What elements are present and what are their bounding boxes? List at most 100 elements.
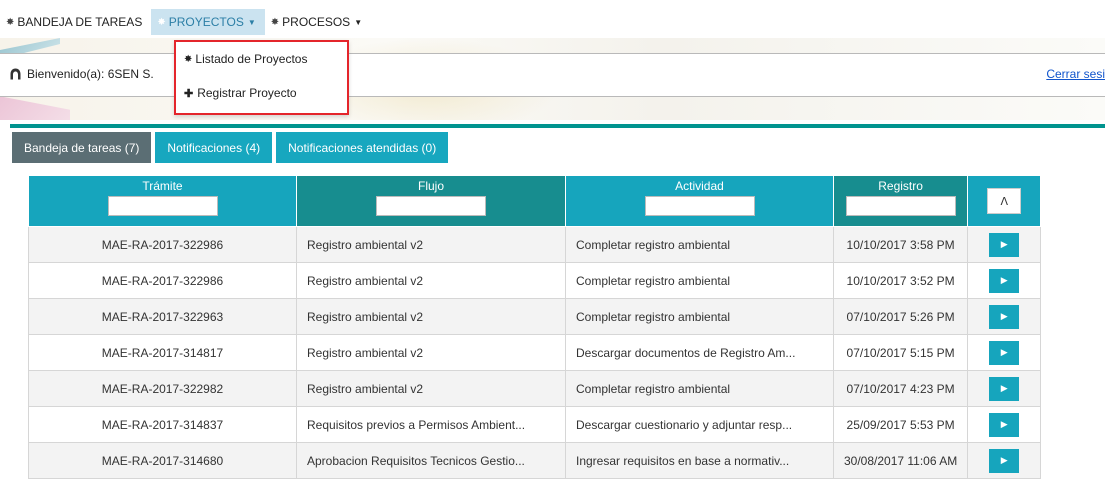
nav-label: BANDEJA DE TAREAS: [17, 15, 143, 29]
refresh-button[interactable]: ⴷ: [987, 188, 1022, 214]
table-row: MAE-RA-2017-322963 Registro ambiental v2 C…: [28, 298, 1042, 335]
cell-actividad: Completar registro ambiental: [565, 298, 834, 335]
table-body: MAE-RA-2017-322986 Registro ambiental v2 C…: [28, 226, 1042, 479]
cell-actividad: Descargar documentos de Registro Am...: [565, 334, 834, 371]
filter-input-flujo[interactable]: [376, 196, 486, 216]
cell-flujo: Registro ambiental v2: [296, 298, 566, 335]
column-header-flujo: Flujo: [296, 175, 566, 227]
cell-registro: 10/10/2017 3:52 PM: [832, 262, 969, 299]
cell-actividad: Ingresar requisitos en base a normativ..…: [565, 442, 834, 479]
cell-tramite: MAE-RA-2017-314680: [28, 442, 297, 479]
cell-action: ▶: [967, 406, 1042, 443]
cell-actividad: Descargar cuestionario y adjuntar resp..…: [565, 406, 834, 443]
table-row: MAE-RA-2017-322986 Registro ambiental v2 C…: [28, 262, 1042, 299]
play-icon: ▶: [1000, 419, 1008, 429]
table-row: MAE-RA-2017-314817 Registro ambiental v2 D…: [28, 334, 1042, 371]
cell-actividad: Completar registro ambiental: [565, 262, 834, 299]
filter-input-actividad[interactable]: [644, 196, 755, 216]
filter-input-registro[interactable]: [845, 196, 956, 216]
menu-item-registrar-proyecto[interactable]: ✚ Registrar Proyecto: [184, 86, 297, 100]
play-icon: ▶: [1000, 455, 1008, 465]
table-row: MAE-RA-2017-314680 Aprobacion Requisitos …: [28, 442, 1042, 479]
cell-actividad: Completar registro ambiental: [565, 370, 834, 407]
nav-procesos[interactable]: ✸ PROCESOS ▼: [265, 9, 371, 35]
cell-action: ▶: [967, 262, 1042, 299]
cell-flujo: Registro ambiental v2: [296, 262, 566, 299]
cell-registro: 07/10/2017 4:23 PM: [832, 370, 969, 407]
play-icon: ▶: [1000, 383, 1008, 393]
cell-flujo: Registro ambiental v2: [296, 226, 566, 263]
menu-item-label: Listado de Proyectos: [195, 52, 308, 66]
nav-label: PROYECTOS: [168, 15, 244, 29]
column-label: Actividad: [675, 179, 724, 193]
cell-registro: 25/09/2017 5:53 PM: [832, 406, 969, 443]
gear-icon: ✸: [6, 16, 15, 28]
tab-notificaciones-atendidas[interactable]: Notificaciones atendidas (0): [276, 132, 449, 163]
table-row: MAE-RA-2017-322982 Registro ambiental v2 C…: [28, 370, 1042, 407]
column-header-tramite: Trámite: [28, 175, 297, 227]
cell-tramite: MAE-RA-2017-322986: [28, 226, 297, 263]
header-banner: Bienvenido(a): 6SEN S. Cerrar sesi: [0, 38, 1105, 120]
cell-action: ▶: [967, 334, 1042, 371]
tab-bandeja-de-tareas[interactable]: Bandeja de tareas (7): [12, 132, 152, 163]
cell-action: ▶: [967, 442, 1042, 479]
cell-actividad: Completar registro ambiental: [565, 226, 834, 263]
nav-proyectos[interactable]: ✸ PROYECTOS ▼: [151, 9, 265, 35]
logout-link[interactable]: Cerrar sesi: [1046, 67, 1105, 81]
open-task-button[interactable]: ▶: [989, 376, 1020, 401]
play-icon: ▶: [1000, 311, 1008, 321]
cell-flujo: Registro ambiental v2: [296, 370, 566, 407]
gear-icon: ✸: [184, 53, 193, 65]
open-task-button[interactable]: ▶: [989, 304, 1020, 329]
cell-registro: 07/10/2017 5:26 PM: [832, 298, 969, 335]
open-task-button[interactable]: ▶: [989, 268, 1020, 293]
table-row: MAE-RA-2017-314837 Requisitos previos a P…: [28, 406, 1042, 443]
plus-icon: ✚: [184, 87, 194, 100]
play-icon: ▶: [1000, 347, 1008, 357]
open-task-button[interactable]: ▶: [989, 232, 1020, 257]
column-label: Registro: [878, 179, 923, 193]
gear-icon: ✸: [270, 16, 280, 28]
cell-flujo: Requisitos previos a Permisos Ambient...: [296, 406, 566, 443]
user-icon: [10, 68, 21, 80]
cell-registro: 10/10/2017 3:58 PM: [832, 226, 969, 263]
cell-tramite: MAE-RA-2017-322986: [28, 262, 297, 299]
open-task-button[interactable]: ▶: [989, 340, 1020, 365]
column-header-actividad: Actividad: [565, 175, 834, 227]
cell-tramite: MAE-RA-2017-322982: [28, 370, 297, 407]
column-header-registro: Registro: [832, 175, 969, 227]
gear-icon: ✸: [157, 16, 166, 28]
task-table: Trámite Flujo Actividad Registro ⴷ MAE-R…: [28, 175, 1042, 479]
caret-down-icon: ▼: [354, 17, 363, 27]
play-icon: ▶: [1000, 239, 1008, 249]
menu-item-label: Registrar Proyecto: [197, 86, 297, 100]
column-label: Trámite: [142, 179, 183, 193]
open-task-button[interactable]: ▶: [989, 412, 1020, 437]
refresh-icon: ⴷ: [1000, 195, 1008, 208]
play-icon: ▶: [1000, 275, 1008, 285]
welcome-bar: Bienvenido(a): 6SEN S. Cerrar sesi: [0, 53, 1105, 97]
welcome-message: Bienvenido(a): 6SEN S.: [10, 67, 154, 81]
nav-label: PROCESOS: [282, 15, 351, 29]
cell-action: ▶: [967, 226, 1042, 263]
tab-bar: Bandeja de tareas (7) Notificaciones (4)…: [12, 132, 452, 163]
cell-flujo: Registro ambiental v2: [296, 334, 566, 371]
column-label: Flujo: [417, 179, 444, 193]
cell-registro: 30/08/2017 11:06 AM: [832, 442, 969, 479]
tab-notificaciones[interactable]: Notificaciones (4): [155, 132, 273, 163]
top-nav: ✸ BANDEJA DE TAREAS ✸ PROYECTOS ▼ ✸ PROC…: [0, 0, 1105, 38]
cell-registro: 07/10/2017 5:15 PM: [832, 334, 969, 371]
cell-tramite: MAE-RA-2017-314837: [28, 406, 297, 443]
column-header-actions: ⴷ: [967, 175, 1042, 227]
cell-tramite: MAE-RA-2017-314817: [28, 334, 297, 371]
open-task-button[interactable]: ▶: [989, 448, 1020, 473]
menu-item-listado-de-proyectos[interactable]: ✸ Listado de Proyectos: [184, 52, 307, 66]
nav-bandeja-de-tareas[interactable]: ✸ BANDEJA DE TAREAS: [0, 9, 151, 35]
divider: [10, 124, 1105, 128]
table-header-row: Trámite Flujo Actividad Registro ⴷ: [28, 175, 1042, 227]
cell-flujo: Aprobacion Requisitos Tecnicos Gestio...: [296, 442, 566, 479]
welcome-text: Bienvenido(a): 6SEN S.: [27, 67, 154, 81]
cell-tramite: MAE-RA-2017-322963: [28, 298, 297, 335]
filter-input-tramite[interactable]: [107, 196, 218, 216]
cell-action: ▶: [967, 370, 1042, 407]
